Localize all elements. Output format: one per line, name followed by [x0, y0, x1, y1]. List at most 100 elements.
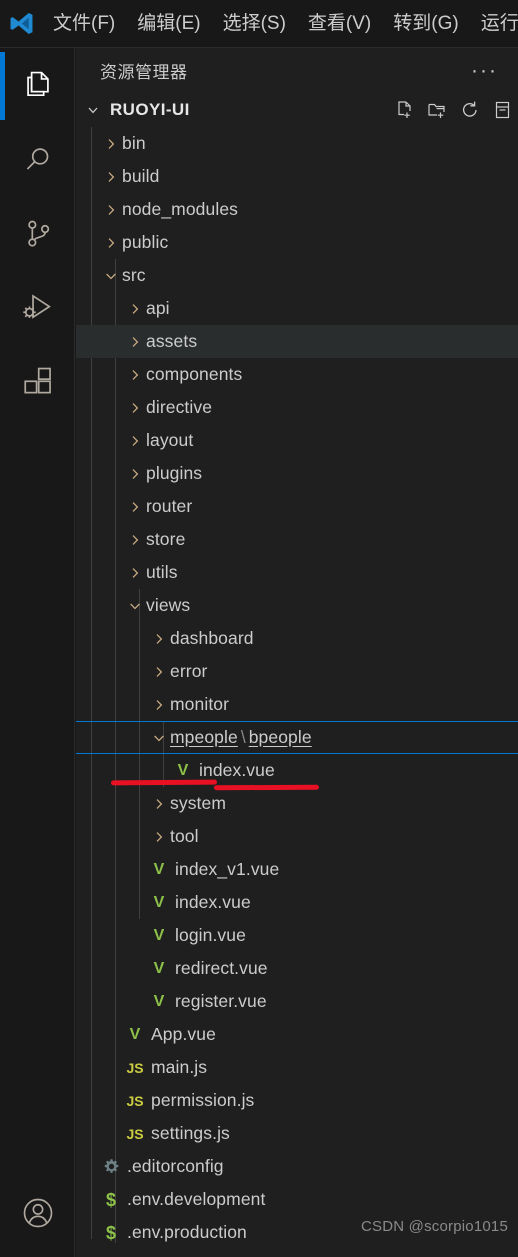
chevron-right-icon: [148, 694, 170, 716]
account-icon: [20, 1195, 56, 1231]
tree-row-api[interactable]: api: [76, 292, 518, 325]
tree-row-label: index.vue: [175, 892, 251, 912]
tree-row-editorconfig[interactable]: .editorconfig: [76, 1150, 518, 1183]
menu-view[interactable]: 查看(V): [297, 8, 382, 39]
tree-row-src[interactable]: src: [76, 259, 518, 292]
chevron-right-icon: [124, 397, 146, 419]
menu-select[interactable]: 选择(S): [212, 8, 297, 39]
chevron-right-icon: [148, 628, 170, 650]
tree-row-permission-js[interactable]: JS permission.js: [76, 1084, 518, 1117]
red-underline-annotation-left: [110, 779, 218, 786]
root-folder-name: RUOYI-UI: [110, 100, 190, 119]
collapse-all-icon[interactable]: [492, 99, 514, 121]
run-and-debug-icon: [21, 291, 55, 325]
tree-row-login-vue[interactable]: V login.vue: [76, 919, 518, 952]
tree-row-node-modules[interactable]: node_modules: [76, 193, 518, 226]
tree-row-label: redirect.vue: [175, 958, 268, 978]
more-actions-button[interactable]: ···: [465, 60, 504, 81]
tree-row-router[interactable]: router: [76, 490, 518, 523]
tree-row-label: register.vue: [175, 991, 267, 1011]
tree-row-layout[interactable]: layout: [76, 424, 518, 457]
tree-row-index-vue[interactable]: V index.vue: [76, 886, 518, 919]
chevron-down-icon: [100, 265, 122, 287]
tree-row-public[interactable]: public: [76, 226, 518, 259]
tree-row-label: store: [146, 529, 186, 549]
vue-file-icon: V: [153, 959, 165, 977]
js-file-icon: JS: [126, 1059, 144, 1076]
tree-row-views[interactable]: views: [76, 589, 518, 622]
chevron-right-icon: [148, 793, 170, 815]
tree-row-index-v1-vue[interactable]: V index_v1.vue: [76, 853, 518, 886]
tree-row-label: components: [146, 364, 243, 384]
chevron-right-icon: [100, 166, 122, 188]
tree-row-directive[interactable]: directive: [76, 391, 518, 424]
new-file-icon[interactable]: [393, 99, 415, 121]
tree-row-label: index_v1.vue: [175, 859, 280, 879]
explorer-toolbar: [393, 99, 516, 121]
tree-row-bin[interactable]: bin: [76, 127, 518, 160]
tree-row-label: dashboard: [170, 628, 254, 648]
tree-row-label: error: [170, 661, 208, 681]
tree-row-build[interactable]: build: [76, 160, 518, 193]
tree-row-label: monitor: [170, 694, 230, 714]
activity-item-search[interactable]: [0, 126, 75, 194]
red-underline-annotation-right: [213, 784, 320, 791]
activity-item-source-control[interactable]: [0, 200, 75, 268]
refresh-icon[interactable]: [459, 99, 481, 121]
tree-row-main-js[interactable]: JS main.js: [76, 1051, 518, 1084]
new-folder-icon[interactable]: [426, 99, 448, 121]
tree-row-label: .env.development: [127, 1189, 266, 1209]
tree-row-label-child: bpeople: [248, 727, 312, 747]
menu-file[interactable]: 文件(F): [42, 8, 126, 39]
tree-row-register-vue[interactable]: V register.vue: [76, 985, 518, 1018]
tree-row-label: tool: [170, 826, 199, 846]
menu-edit[interactable]: 编辑(E): [126, 8, 211, 39]
tree-row-redirect-vue[interactable]: V redirect.vue: [76, 952, 518, 985]
chevron-right-icon: [124, 430, 146, 452]
tree-row-label: .env.production: [127, 1222, 247, 1242]
tree-row-label: mpeople: [170, 727, 238, 747]
chevron-right-icon: [124, 562, 146, 584]
tree-row-assets[interactable]: assets: [76, 325, 518, 358]
extensions-icon: [21, 365, 55, 399]
tree-row-env-development[interactable]: $ .env.development: [76, 1183, 518, 1216]
search-icon: [21, 143, 55, 177]
tree-row-mpeople-bpeople[interactable]: mpeople \ bpeople: [76, 721, 518, 754]
tree-row-label: public: [122, 232, 169, 252]
tree-row-label: index.vue: [199, 760, 275, 780]
activity-item-run-debug[interactable]: [0, 274, 75, 342]
tree-row-env-production[interactable]: $ .env.production: [76, 1216, 518, 1249]
tree-row-label: assets: [146, 331, 198, 351]
activity-item-account[interactable]: [0, 1179, 75, 1247]
tree-row-components[interactable]: components: [76, 358, 518, 391]
chevron-down-icon: [82, 99, 104, 121]
tree-row-dashboard[interactable]: dashboard: [76, 622, 518, 655]
tree-row-store[interactable]: store: [76, 523, 518, 556]
tree-row-monitor[interactable]: monitor: [76, 688, 518, 721]
tree-row-error[interactable]: error: [76, 655, 518, 688]
activity-bar: [0, 48, 75, 1257]
tree-row-system[interactable]: system: [76, 787, 518, 820]
tree-row-label: layout: [146, 430, 194, 450]
chevron-down-icon: [148, 727, 170, 749]
tree-row-app-vue[interactable]: V App.vue: [76, 1018, 518, 1051]
env-file-icon: $: [105, 1222, 116, 1243]
vue-file-icon: V: [177, 761, 189, 779]
menu-run[interactable]: 运行: [470, 8, 518, 39]
tree-row-plugins[interactable]: plugins: [76, 457, 518, 490]
root-folder-row[interactable]: RUOYI-UI: [76, 93, 518, 127]
activity-item-explorer[interactable]: [0, 52, 75, 120]
tree-row-settings-js[interactable]: JS settings.js: [76, 1117, 518, 1150]
tree-row-tool[interactable]: tool: [76, 820, 518, 853]
chevron-right-icon: [124, 496, 146, 518]
tree-row-label: plugins: [146, 463, 203, 483]
activity-item-extensions[interactable]: [0, 348, 75, 416]
vue-file-icon: V: [129, 1025, 141, 1043]
chevron-right-icon: [124, 364, 146, 386]
tree-row-label: utils: [146, 562, 178, 582]
tree-row-label: main.js: [151, 1057, 208, 1077]
title-bar: 文件(F) 编辑(E) 选择(S) 查看(V) 转到(G) 运行: [0, 0, 518, 48]
tree-row-utils[interactable]: utils: [76, 556, 518, 589]
js-file-icon: JS: [126, 1125, 144, 1142]
menu-goto[interactable]: 转到(G): [382, 8, 469, 39]
